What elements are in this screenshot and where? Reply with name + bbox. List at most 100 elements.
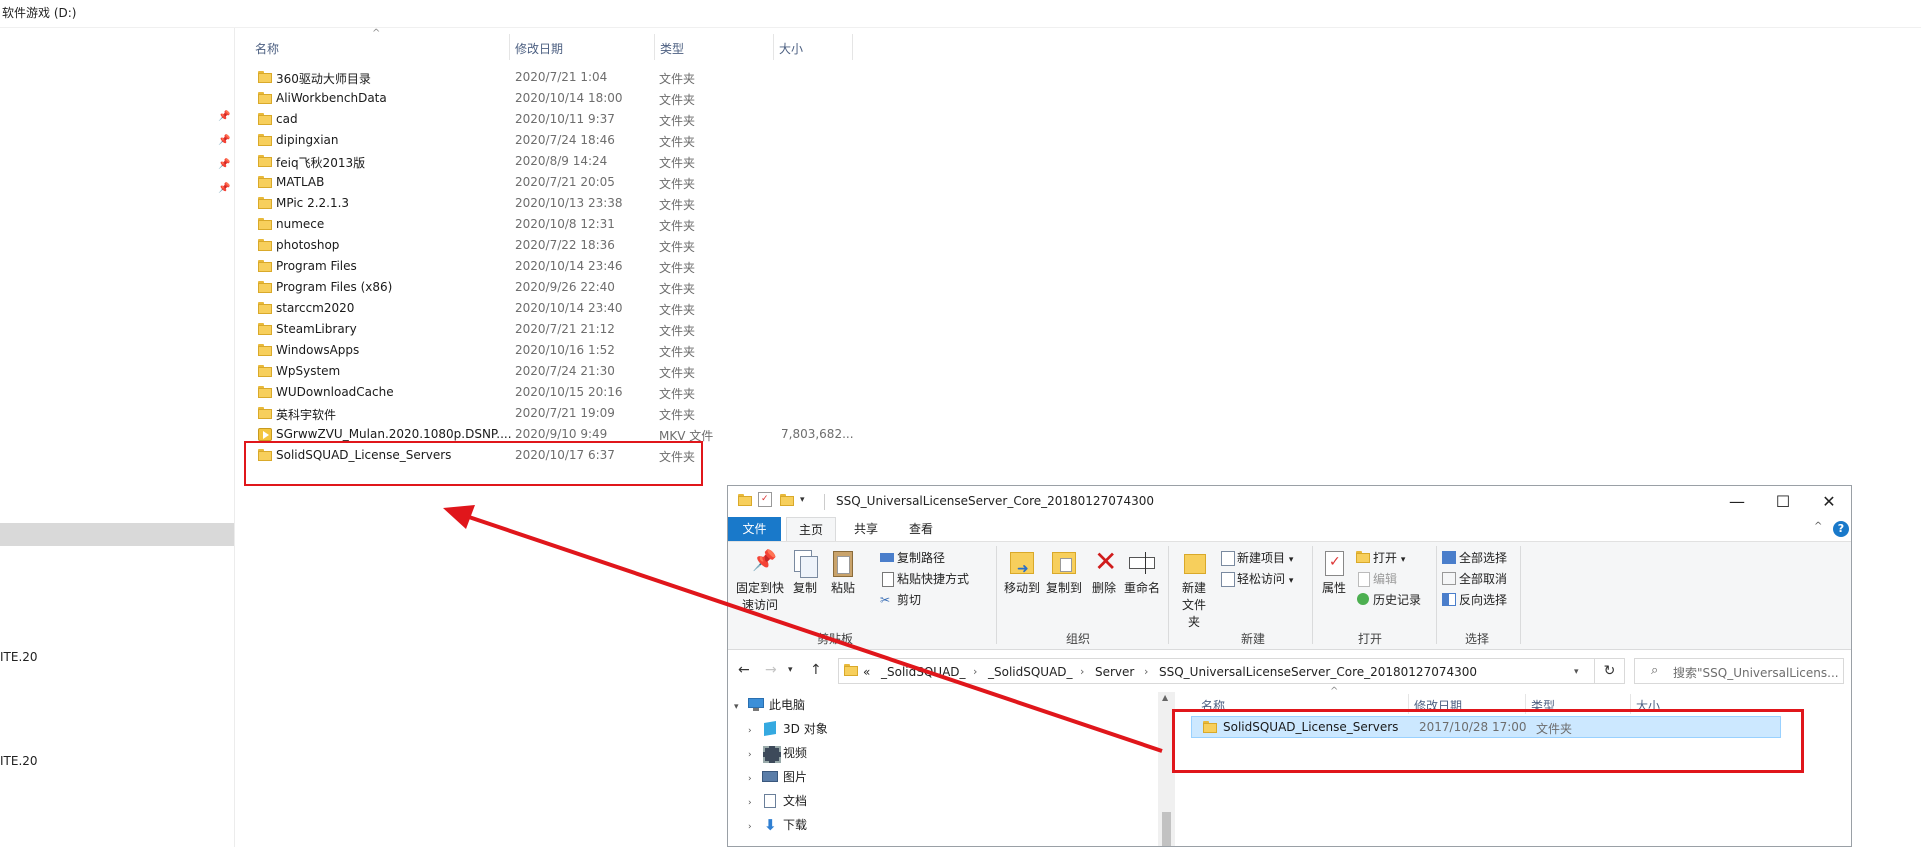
chevron-right-icon[interactable]: ›	[1080, 665, 1084, 678]
table-row[interactable]: dipingxian 2020/7/24 18:46 文件夹	[255, 130, 855, 151]
paste-button[interactable]: 粘贴	[826, 548, 860, 597]
table-row[interactable]: feiq飞秋2013版 2020/8/9 14:24 文件夹	[255, 151, 855, 172]
select-all-button[interactable]: 全部选择	[1442, 548, 1507, 568]
back-button[interactable]: ←	[738, 662, 750, 678]
chevron-right-icon[interactable]: ›	[748, 768, 762, 790]
nav-selected-item[interactable]	[0, 523, 234, 546]
breadcrumb-item[interactable]: Server	[1095, 665, 1134, 679]
forward-button[interactable]: →	[765, 662, 777, 678]
chevron-down-icon[interactable]: ▾	[1574, 667, 1579, 677]
new-item-button[interactable]: 新建项目 ▾	[1220, 548, 1293, 568]
table-row[interactable]: WUDownloadCache 2020/10/15 20:16 文件夹	[255, 382, 855, 403]
tab-home[interactable]: 主页	[786, 517, 836, 541]
properties-button[interactable]: ✓ 属性	[1318, 548, 1350, 597]
edit-button[interactable]: 编辑	[1356, 569, 1397, 589]
column-separator[interactable]	[852, 34, 853, 60]
column-separator[interactable]	[509, 34, 510, 60]
scroll-up-icon[interactable]: ▲	[1162, 693, 1168, 702]
history-button[interactable]: 历史记录	[1356, 590, 1421, 610]
address-bar[interactable]: « _SolidSQUAD_ › _SolidSQUAD_ › Server ›…	[838, 658, 1595, 684]
table-row[interactable]: AliWorkbenchData 2020/10/14 18:00 文件夹	[255, 88, 855, 109]
table-row[interactable]: 360驱动大师目录 2020/7/21 1:04 文件夹	[255, 67, 855, 88]
cut-button[interactable]: ✂ 剪切	[880, 590, 921, 610]
table-row[interactable]: 英科宇软件 2020/7/21 19:09 文件夹	[255, 403, 855, 424]
pin-icon: 📌	[218, 111, 231, 122]
help-icon[interactable]: ?	[1833, 521, 1849, 537]
rename-button[interactable]: 重命名	[1122, 548, 1162, 597]
table-row[interactable]: WpSystem 2020/7/24 21:30 文件夹	[255, 361, 855, 382]
copy-path-button[interactable]: 复制路径	[880, 548, 945, 568]
table-row[interactable]: Program Files (x86) 2020/9/26 22:40 文件夹	[255, 277, 855, 298]
folder-icon	[258, 386, 272, 398]
tree-item-this-pc[interactable]: ▾ 此电脑	[734, 694, 805, 716]
scrollbar-thumb[interactable]	[1162, 812, 1171, 846]
table-row[interactable]: MPic 2.2.1.3 2020/10/13 23:38 文件夹	[255, 193, 855, 214]
copy-to-button[interactable]: 复制到	[1044, 548, 1084, 597]
column-separator[interactable]	[654, 34, 655, 60]
chevron-down-icon[interactable]: ▾	[734, 696, 748, 718]
new-folder-button[interactable]: 新建文件夹	[1174, 548, 1214, 631]
tab-share[interactable]: 共享	[841, 517, 891, 541]
chevron-right-icon[interactable]: ›	[1144, 665, 1148, 678]
breadcrumb-item[interactable]: SSQ_UniversalLicenseServer_Core_20180127…	[1159, 665, 1477, 679]
tree-item-3d-objects[interactable]: › 3D 对象	[748, 718, 828, 740]
column-header-name[interactable]: 名称	[255, 40, 279, 57]
column-header-date[interactable]: 修改日期	[515, 40, 563, 57]
chevron-right-icon[interactable]: ›	[748, 792, 762, 814]
close-button[interactable]: ✕	[1806, 486, 1851, 517]
pane-divider[interactable]	[234, 28, 235, 847]
nav-item[interactable]: ITE.20	[0, 650, 38, 664]
file-date: 2020/7/24 18:46	[515, 133, 615, 147]
chevron-right-icon[interactable]: ›	[748, 816, 762, 838]
paste-shortcut-button[interactable]: 粘贴快捷方式	[880, 569, 969, 589]
recent-locations-button[interactable]: ▾	[788, 665, 793, 675]
new-folder-quick-access-icon[interactable]	[780, 494, 794, 506]
pin-to-quick-access-button[interactable]: 📌 固定到快速访问	[734, 548, 786, 614]
table-row[interactable]: photoshop 2020/7/22 18:36 文件夹	[255, 235, 855, 256]
table-row[interactable]: starccm2020 2020/10/14 23:40 文件夹	[255, 298, 855, 319]
chevron-right-icon[interactable]: ›	[748, 720, 762, 742]
chevron-right-icon[interactable]: ›	[748, 744, 762, 766]
breadcrumb-item[interactable]: _SolidSQUAD_	[881, 665, 966, 679]
delete-button[interactable]: ✕ 删除	[1088, 546, 1120, 597]
tree-item-videos[interactable]: › 视频	[748, 742, 807, 764]
minimize-button[interactable]: —	[1714, 486, 1760, 517]
file-name: WUDownloadCache	[276, 385, 394, 399]
move-to-button[interactable]: ➜ 移动到	[1002, 548, 1042, 597]
column-header-type[interactable]: 类型	[660, 40, 684, 57]
refresh-button[interactable]: ↻	[1595, 658, 1625, 684]
nav-item[interactable]: ITE.20	[0, 754, 38, 768]
breadcrumb-item[interactable]: _SolidSQUAD_	[988, 665, 1073, 679]
invert-selection-button[interactable]: 反向选择	[1442, 590, 1507, 610]
table-row[interactable]: SteamLibrary 2020/7/21 21:12 文件夹	[255, 319, 855, 340]
maximize-button[interactable]: ☐	[1760, 486, 1806, 517]
file-date: 2020/7/21 19:09	[515, 406, 615, 420]
collapse-ribbon-icon[interactable]: ^	[1814, 521, 1822, 532]
group-label-open: 打开	[1357, 632, 1382, 646]
table-row[interactable]: Program Files 2020/10/14 23:46 文件夹	[255, 256, 855, 277]
column-separator[interactable]	[773, 34, 774, 60]
tree-item-documents[interactable]: › 文档	[748, 790, 807, 812]
title-bar[interactable]: ✓ ▾ SSQ_UniversalLicenseServer_Core_2018…	[728, 486, 1851, 517]
table-row[interactable]: MATLAB 2020/7/21 20:05 文件夹	[255, 172, 855, 193]
copy-button[interactable]: 复制	[788, 548, 822, 597]
select-none-button[interactable]: 全部取消	[1442, 569, 1507, 589]
tree-item-downloads[interactable]: › ⬇ 下载	[748, 814, 807, 836]
up-button[interactable]: ↑	[810, 662, 822, 678]
file-name: dipingxian	[276, 133, 339, 147]
properties-quick-access-icon[interactable]: ✓	[758, 492, 772, 507]
customize-quick-access-icon[interactable]: ▾	[800, 495, 805, 505]
open-button[interactable]: 打开 ▾	[1356, 548, 1405, 568]
table-row[interactable]: cad 2020/10/11 9:37 文件夹	[255, 109, 855, 130]
easy-access-button[interactable]: 轻松访问 ▾	[1220, 569, 1293, 589]
table-row[interactable]: WindowsApps 2020/10/16 1:52 文件夹	[255, 340, 855, 361]
column-header-size[interactable]: 大小	[779, 40, 803, 57]
search-input[interactable]: ⌕ 搜索"SSQ_UniversalLicens...	[1634, 658, 1844, 684]
tab-file[interactable]: 文件	[728, 517, 781, 541]
tree-item-pictures[interactable]: › 图片	[748, 766, 807, 788]
tab-view[interactable]: 查看	[896, 517, 946, 541]
table-row[interactable]: numece 2020/10/8 12:31 文件夹	[255, 214, 855, 235]
pin-icon: 📌	[218, 159, 231, 170]
chevron-right-icon[interactable]: ›	[973, 665, 977, 678]
breadcrumb-overflow[interactable]: «	[863, 665, 870, 679]
